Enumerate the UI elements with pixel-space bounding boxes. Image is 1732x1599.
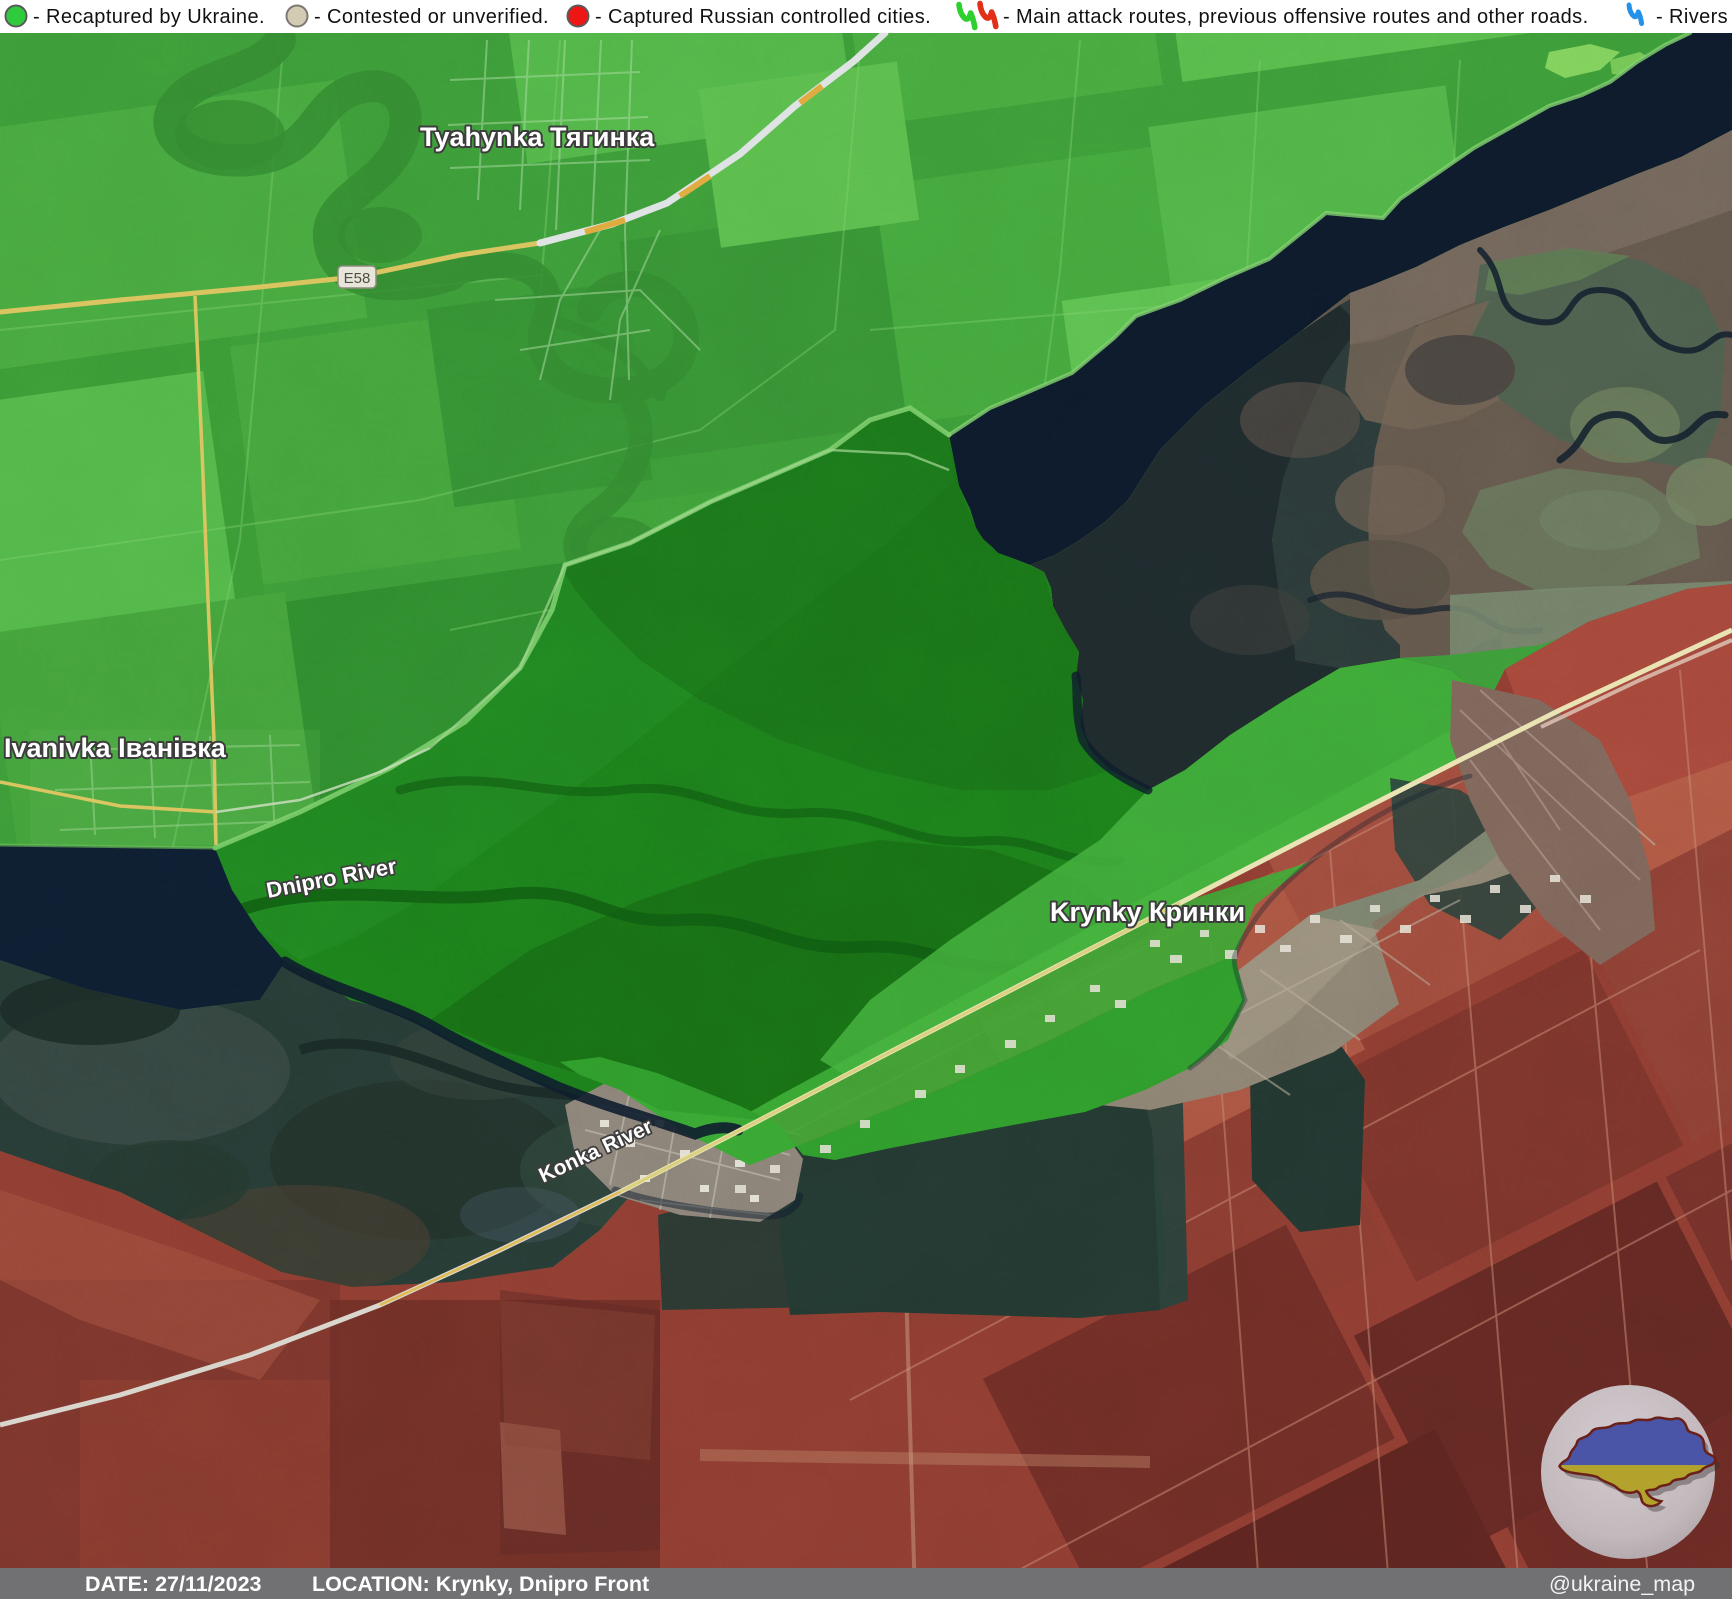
svg-text:- Captured Russian controlled: - Captured Russian controlled cities.	[595, 6, 931, 28]
svg-text:- Rivers: - Rivers	[1656, 6, 1728, 28]
svg-text:DATE: 27/11/2023: DATE: 27/11/2023	[85, 1572, 262, 1596]
svg-text:LOCATION: Krynky, Dnipro Front: LOCATION: Krynky, Dnipro Front	[312, 1572, 649, 1596]
svg-text:- Recaptured by Ukraine.: - Recaptured by Ukraine.	[33, 6, 265, 28]
svg-text:- Main attack routes, previous: - Main attack routes, previous offensive…	[1003, 6, 1589, 28]
svg-text:@ukraine_map: @ukraine_map	[1549, 1572, 1695, 1596]
svg-text:- Contested or unverified.: - Contested or unverified.	[314, 6, 549, 28]
